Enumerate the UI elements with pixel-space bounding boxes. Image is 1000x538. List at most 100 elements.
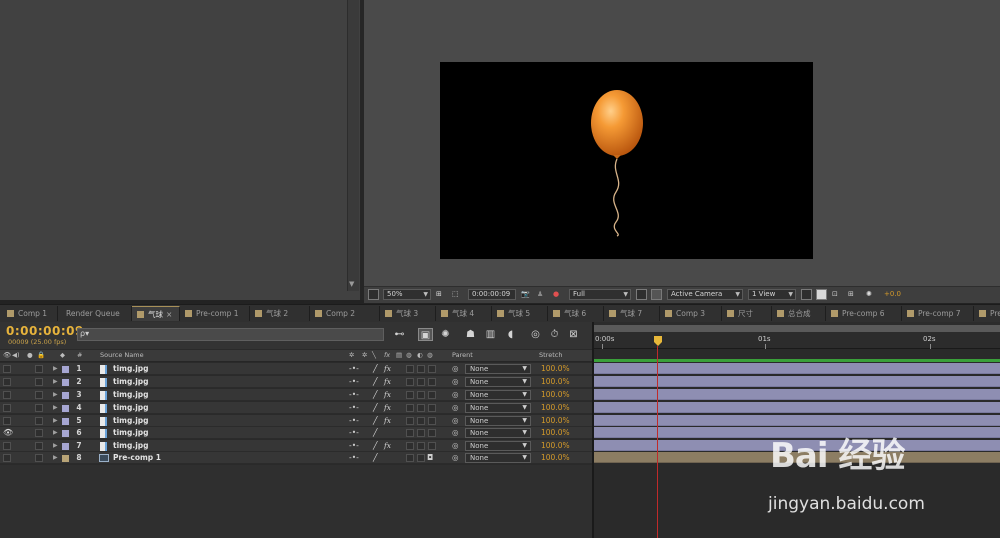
shy-icon[interactable]: -•- [349,402,359,414]
stretch-value[interactable]: 100.0% [541,402,570,414]
expand-triangle-icon[interactable]: ▶ [53,363,58,375]
adjustment-box[interactable] [417,429,425,437]
layer-row-2[interactable]: ▶ 2 timg.jpg -•- ╱ fx ◎ None ▼ 100.0% [0,376,592,388]
layer-name[interactable]: timg.jpg [113,389,149,401]
brainstorm-icon[interactable]: ⊠ [566,328,581,341]
fx-icon[interactable]: fx [384,376,391,388]
parent-dropdown[interactable]: None ▼ [465,441,531,451]
comp-flowchart-icon[interactable]: ⊞ [848,289,854,300]
layer-bar-1[interactable] [594,363,1000,374]
pickwhip-icon[interactable]: ◎ [452,376,459,388]
lock-icon[interactable]: 🔒 [37,351,45,359]
layer-name[interactable]: timg.jpg [113,415,149,427]
frame-blending-icon[interactable]: ▥ [483,328,498,341]
expand-triangle-icon[interactable]: ▶ [53,440,58,452]
layer-bar-5[interactable] [594,415,1000,426]
pickwhip-icon[interactable]: ◎ [452,402,459,414]
label-tag-icon[interactable]: ◆ [60,351,65,359]
parent-dropdown[interactable]: None ▼ [465,390,531,400]
shy-icon[interactable]: -•- [349,415,359,427]
parent-dropdown[interactable]: None ▼ [465,428,531,438]
motion-blur-box[interactable] [406,404,414,412]
layer-name[interactable]: timg.jpg [113,363,149,375]
motion-blur-box[interactable] [406,378,414,386]
video-switch[interactable] [3,365,11,373]
video-switch[interactable] [3,404,11,412]
label-color[interactable] [62,418,69,425]
adjustment-box[interactable] [417,378,425,386]
draft-3d-icon[interactable] [816,289,827,300]
quality-icon[interactable]: ╱ [373,440,378,452]
fast-previews-icon[interactable] [636,289,647,300]
adjustment-box[interactable] [417,417,425,425]
adjustment-box[interactable] [417,442,425,450]
frame-blend-switch-icon[interactable]: ▤ [396,351,402,359]
tab-balloon-5[interactable]: 气球 5 [492,306,548,321]
motion-blur-switch-icon[interactable]: ◍ [406,351,412,359]
layer-name[interactable]: timg.jpg [113,427,149,439]
parent-dropdown[interactable]: None ▼ [465,377,531,387]
shy-switch-icon[interactable]: ✲ [349,351,354,359]
label-color[interactable] [62,392,69,399]
toggle-pixel-aspect-icon[interactable] [801,289,812,300]
effects-switch-icon[interactable]: fx [384,351,390,359]
adjustment-box[interactable] [417,391,425,399]
layer-name[interactable]: timg.jpg [113,402,149,414]
parent-dropdown[interactable]: None ▼ [465,416,531,426]
video-switch[interactable] [3,378,11,386]
tab-size[interactable]: 尺寸 [722,306,772,321]
live-update-icon[interactable]: ▣ [418,328,433,341]
viewer-timecode[interactable]: 0:00:00:09 [468,289,516,300]
adjustment-box[interactable] [417,404,425,412]
safe-margins-icon[interactable]: ⊞ [436,289,442,300]
layer-bar-4[interactable] [594,402,1000,413]
shy-icon[interactable]: -•- [349,376,359,388]
tab-balloon-7[interactable]: 气球 7 [604,306,660,321]
pickwhip-icon[interactable]: ◎ [452,440,459,452]
project-scrollbar[interactable] [347,0,359,291]
lock-switch[interactable] [35,365,43,373]
column-source-name[interactable]: Source Name [100,351,144,359]
pickwhip-icon[interactable]: ◎ [452,427,459,439]
audio-icon[interactable]: ◀) [12,351,20,359]
motion-blur-box[interactable] [406,454,414,462]
collapse-switch-icon[interactable]: ✲ [362,351,367,359]
3d-box[interactable] [428,378,436,386]
parent-dropdown[interactable]: None ▼ [465,453,531,463]
tab-balloon[interactable]: 气球 × [132,306,180,321]
quality-icon[interactable]: ╱ [373,402,378,414]
adjustment-box[interactable] [417,365,425,373]
tab-master-comp[interactable]: 总合成 [772,306,826,321]
tab-balloon-6[interactable]: 气球 6 [548,306,604,321]
layer-name[interactable]: timg.jpg [113,376,149,388]
shy-icon[interactable]: -•- [349,389,359,401]
stretch-value[interactable]: 100.0% [541,440,570,452]
expand-triangle-icon[interactable]: ▶ [53,415,58,427]
tab-render-queue[interactable]: Render Queue [58,306,132,321]
fx-icon[interactable]: fx [384,363,391,375]
comp-mini-flowchart-icon[interactable]: ⊷ [392,328,407,341]
layer-row-5[interactable]: ▶ 5 timg.jpg -•- ╱ fx ◎ None ▼ 100.0% [0,415,592,427]
quality-icon[interactable]: ╱ [373,389,378,401]
quality-icon[interactable]: ╱ [373,363,378,375]
layer-name[interactable]: Pre-comp 1 [113,452,161,464]
motion-blur-box[interactable] [406,391,414,399]
3d-box[interactable] [428,429,436,437]
lock-switch[interactable] [35,417,43,425]
layer-row-7[interactable]: ▶ 7 timg.jpg -•- ╱ fx ◎ None ▼ 100.0% [0,440,592,452]
stretch-value[interactable]: 100.0% [541,415,570,427]
fx-icon[interactable]: fx [384,415,391,427]
tab-balloon-4[interactable]: 气球 4 [436,306,492,321]
expand-triangle-icon[interactable]: ▶ [53,402,58,414]
mask-visibility-icon[interactable]: ⬚ [452,289,459,300]
quality-icon[interactable]: ╱ [373,415,378,427]
fx-icon[interactable]: fx [384,402,391,414]
stretch-value[interactable]: 100.0% [541,376,570,388]
shy-icon[interactable]: -•- [349,427,359,439]
3d-layer-icon[interactable]: ◍ [427,351,433,359]
view-layout-dropdown[interactable]: 1 View ▼ [748,289,796,300]
work-area-bar[interactable] [594,325,1000,332]
solo-icon[interactable]: ● [27,351,33,359]
eye-icon[interactable]: 👁 [3,427,13,439]
layer-bar-2[interactable] [594,376,1000,387]
